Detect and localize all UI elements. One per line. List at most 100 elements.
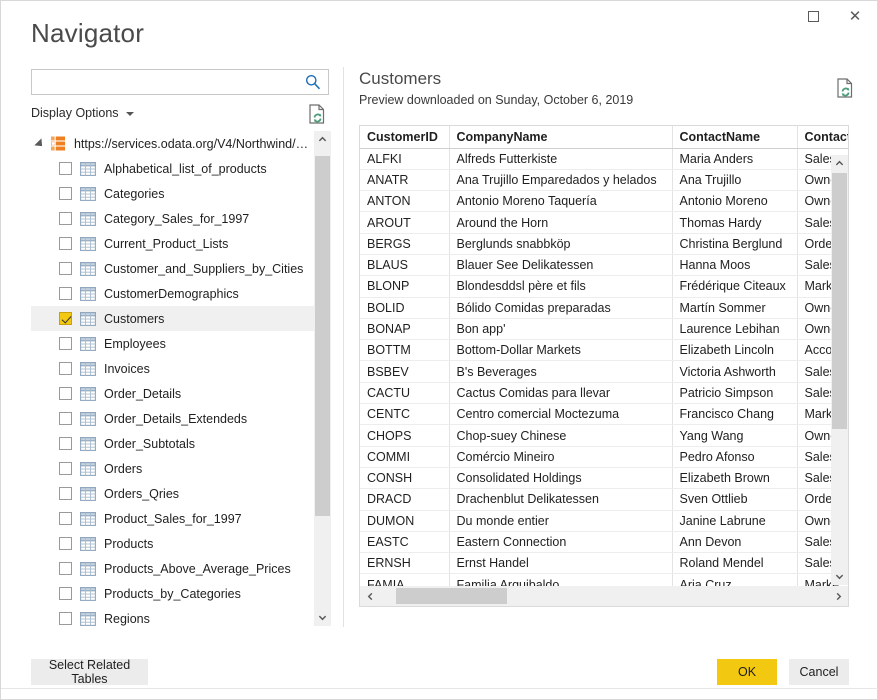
search-icon[interactable] <box>304 73 322 91</box>
tree-item-order_subtotals[interactable]: Order_Subtotals <box>31 431 314 456</box>
tree-item-checkbox[interactable] <box>59 412 72 425</box>
ok-button[interactable]: OK <box>717 659 777 685</box>
tree-scrollbar[interactable] <box>314 131 331 626</box>
table-icon <box>80 336 96 351</box>
chevron-down-icon[interactable] <box>126 112 134 116</box>
table-row[interactable]: EASTC Eastern Connection Ann Devon Sales <box>360 531 848 554</box>
scroll-down-icon[interactable] <box>314 609 331 626</box>
table-row[interactable]: DUMON Du monde entier Janine Labrune Owne <box>360 510 848 532</box>
maximize-button[interactable] <box>792 1 834 31</box>
table-row[interactable]: ANATR Ana Trujillo Emparedados y helados A… <box>360 169 848 192</box>
tree-item-checkbox[interactable] <box>59 587 72 600</box>
tree-item-checkbox[interactable] <box>59 562 72 575</box>
tree-item-checkbox[interactable] <box>59 187 72 200</box>
table-row[interactable]: CACTU Cactus Comidas para llevar Patricio … <box>360 382 848 405</box>
table-row[interactable]: ALFKI Alfreds Futterkiste Maria Anders Sale… <box>360 148 848 170</box>
tree-item-current_product_lists[interactable]: Current_Product_Lists <box>31 231 314 256</box>
preview-refresh-icon[interactable] <box>835 77 855 99</box>
table-cell: Centro comercial Moctezuma <box>449 403 673 426</box>
tree-item-categories[interactable]: Categories <box>31 181 314 206</box>
table-row[interactable]: CONSH Consolidated Holdings Elizabeth Brow… <box>360 467 848 490</box>
table-cell: Ana Trujillo Emparedados y helados <box>449 169 673 192</box>
preview-grid[interactable]: CustomerIDCompanyNameContactNameContactT… <box>359 125 849 607</box>
table-row[interactable]: ERNSH Ernst Handel Roland Mendel Sales <box>360 552 848 575</box>
tree-item-checkbox[interactable] <box>59 437 72 450</box>
tree-item-checkbox[interactable] <box>59 512 72 525</box>
table-row[interactable]: CHOPS Chop-suey Chinese Yang Wang Owne <box>360 424 848 447</box>
table-cell: CENTC <box>360 403 450 426</box>
table-row[interactable]: BONAP Bon app' Laurence Lebihan Owne <box>360 318 848 341</box>
column-header-contactname[interactable]: ContactName <box>672 126 798 149</box>
table-row[interactable]: BOTTM Bottom-Dollar Markets Elizabeth Linc… <box>360 339 848 362</box>
table-row[interactable]: AROUT Around the Horn Thomas Hardy Sales <box>360 211 848 234</box>
tree-item-order_details_extendeds[interactable]: Order_Details_Extendeds <box>31 406 314 431</box>
tree-item-product_sales_for_1997[interactable]: Product_Sales_for_1997 <box>31 506 314 531</box>
select-related-tables-button[interactable]: Select Related Tables <box>31 658 148 686</box>
tree-item-alphabetical_list_of_products[interactable]: Alphabetical_list_of_products <box>31 156 314 181</box>
table-row[interactable]: BSBEV B's Beverages Victoria Ashworth Sales <box>360 360 848 383</box>
table-row[interactable]: CENTC Centro comercial Moctezuma Francisco… <box>360 403 848 426</box>
column-header-contactti[interactable]: ContactTi <box>797 126 848 149</box>
tree-item-orders[interactable]: Orders <box>31 456 314 481</box>
table-row[interactable]: DRACD Drachenblut Delikatessen Sven Ottlie… <box>360 488 848 511</box>
tree-item-orders_qries[interactable]: Orders_Qries <box>31 481 314 506</box>
page-refresh-icon[interactable] <box>307 103 327 125</box>
tree-view[interactable]: https://services.odata.org/V4/Northwind/… <box>31 131 331 626</box>
tree-item-checkbox[interactable] <box>59 487 72 500</box>
grid-scroll-right-icon[interactable] <box>828 586 848 606</box>
tree-root-label: https://services.odata.org/V4/Northwind/… <box>73 136 314 151</box>
table-icon <box>80 386 96 401</box>
table-row[interactable]: COMMI Comércio Mineiro Pedro Afonso Sales <box>360 446 848 468</box>
tree-item-checkbox[interactable] <box>59 362 72 375</box>
tree-item-products_above_average_prices[interactable]: Products_Above_Average_Prices <box>31 556 314 581</box>
tree-item-invoices[interactable]: Invoices <box>31 356 314 381</box>
grid-horizontal-scrollbar-thumb[interactable] <box>396 588 507 604</box>
tree-item-checkbox[interactable] <box>59 262 72 275</box>
tree-scrollbar-thumb[interactable] <box>315 156 330 516</box>
table-cell: Victoria Ashworth <box>672 360 798 383</box>
search-box[interactable] <box>31 69 329 95</box>
column-header-companyname[interactable]: CompanyName <box>449 126 673 149</box>
tree-item-order_details[interactable]: Order_Details <box>31 381 314 406</box>
tree-item-checkbox[interactable] <box>59 312 72 325</box>
tree-item-checkbox[interactable] <box>59 537 72 550</box>
search-input[interactable] <box>32 70 300 94</box>
scroll-up-icon[interactable] <box>314 131 331 148</box>
cancel-button[interactable]: Cancel <box>789 659 849 685</box>
tree-item-checkbox[interactable] <box>59 387 72 400</box>
column-header-customerid[interactable]: CustomerID <box>360 126 450 149</box>
table-cell: Antonio Moreno <box>672 190 798 213</box>
tree-item-regions[interactable]: Regions <box>31 606 314 626</box>
tree-item-checkbox[interactable] <box>59 462 72 475</box>
tree-item-customerdemographics[interactable]: CustomerDemographics <box>31 281 314 306</box>
tree-item-checkbox[interactable] <box>59 287 72 300</box>
tree-item-products_by_categories[interactable]: Products_by_Categories <box>31 581 314 606</box>
expand-collapse-icon[interactable] <box>34 137 47 150</box>
tree-item-category_sales_for_1997[interactable]: Category_Sales_for_1997 <box>31 206 314 231</box>
tree-item-products[interactable]: Products <box>31 531 314 556</box>
tree-item-checkbox[interactable] <box>59 162 72 175</box>
tree-item-customer_and_suppliers_by_cities[interactable]: Customer_and_Suppliers_by_Cities <box>31 256 314 281</box>
grid-scroll-up-icon[interactable] <box>831 155 848 172</box>
close-button[interactable]: ✕ <box>834 1 876 31</box>
table-row[interactable]: BLAUS Blauer See Delikatessen Hanna Moos Sa… <box>360 254 848 277</box>
grid-scroll-left-icon[interactable] <box>360 586 380 606</box>
table-row[interactable]: BOLID Bólido Comidas preparadas Martín Som… <box>360 297 848 319</box>
tree-item-checkbox[interactable] <box>59 337 72 350</box>
tree-item-customers[interactable]: Customers <box>31 306 314 331</box>
grid-vertical-scrollbar-thumb[interactable] <box>832 173 847 429</box>
table-row[interactable]: BERGS Berglunds snabbköp Christina Berglun… <box>360 233 848 255</box>
tree-item-checkbox[interactable] <box>59 237 72 250</box>
tree-item-employees[interactable]: Employees <box>31 331 314 356</box>
display-options-label[interactable]: Display Options <box>31 106 119 120</box>
tree-root-node[interactable]: https://services.odata.org/V4/Northwind/… <box>31 131 314 156</box>
grid-vertical-scrollbar[interactable] <box>831 155 848 585</box>
grid-scroll-down-icon[interactable] <box>831 568 848 585</box>
tree-item-checkbox[interactable] <box>59 212 72 225</box>
table-row[interactable]: ANTON Antonio Moreno Taquería Antonio More… <box>360 190 848 213</box>
table-cell: Drachenblut Delikatessen <box>449 488 673 511</box>
table-row[interactable]: BLONP Blondesddsl père et fils Frédérique … <box>360 275 848 298</box>
tree-item-checkbox[interactable] <box>59 612 72 625</box>
table-cell: Blondesddsl père et fils <box>449 275 673 298</box>
grid-horizontal-scrollbar[interactable] <box>360 586 848 606</box>
